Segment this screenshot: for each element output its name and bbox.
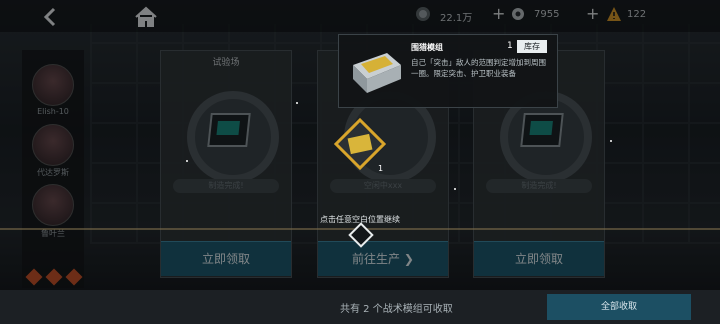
- item-tooltip: 围猎模组 1 库存 自己「突击」敌人的范围判定增加到周围一圈。限定突击、护卫职业…: [338, 34, 558, 108]
- sparkle: [454, 188, 456, 190]
- sparkle: [296, 102, 298, 104]
- sparkle: [610, 140, 612, 142]
- item-name: 围猎模组: [411, 43, 443, 52]
- sparkle: [186, 160, 188, 162]
- collect-all-button[interactable]: 全部收取: [547, 294, 691, 320]
- item-description: 自己「突击」敌人的范围判定增加到周围一圈。限定突击、护卫职业装备: [411, 58, 546, 78]
- collect-summary: 共有 2 个战术模组可收取: [340, 304, 453, 315]
- reward-item-count: 1: [378, 164, 384, 173]
- stock-tag: 库存: [517, 40, 547, 53]
- reward-item-icon[interactable]: [334, 118, 386, 170]
- item-count: 1: [507, 41, 513, 51]
- bottom-bar: 共有 2 个战术模组可收取 全部收取: [0, 290, 720, 324]
- module-chest-icon: [353, 53, 401, 93]
